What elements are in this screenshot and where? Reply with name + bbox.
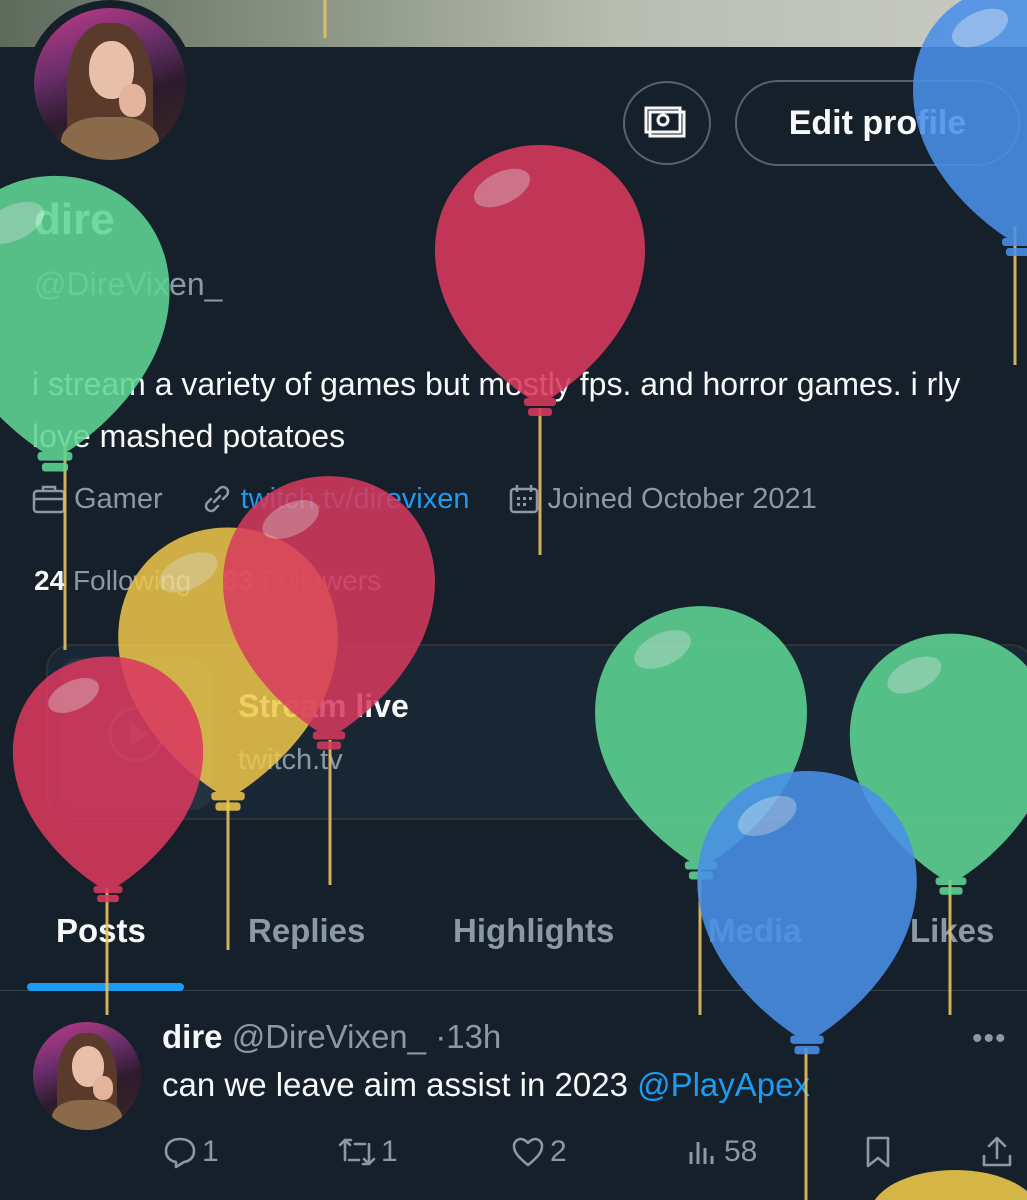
reply-icon — [164, 1137, 196, 1169]
bookmark-icon — [866, 1136, 890, 1168]
repost-button[interactable]: 1 — [337, 1134, 398, 1170]
profile-tabs: Posts Replies Highlights Media Likes — [0, 890, 1027, 991]
profile-link[interactable]: twitch.tv/direvixen — [201, 483, 470, 516]
views-icon — [689, 1142, 714, 1164]
edit-profile-button[interactable]: Edit profile — [735, 80, 1020, 166]
like-button[interactable]: 2 — [510, 1134, 567, 1170]
profile-avatar[interactable] — [26, 0, 194, 168]
bookmark-button[interactable] — [862, 1134, 898, 1170]
following-link[interactable]: 24 Following — [34, 565, 191, 596]
birthday-balloons-overlay — [0, 0, 1027, 1200]
post-avatar[interactable] — [33, 1022, 141, 1130]
profile-joined: Joined October 2021 — [508, 483, 817, 516]
card-subtitle: twitch.tv — [238, 744, 343, 776]
play-icon — [108, 706, 164, 762]
share-icon — [982, 1136, 1012, 1167]
heart-icon — [512, 1137, 544, 1167]
more-options-icon[interactable]: ••• — [972, 1022, 1007, 1056]
active-tab-indicator — [27, 983, 184, 991]
tab-likes[interactable]: Likes — [910, 912, 994, 950]
tab-media[interactable]: Media — [708, 912, 802, 950]
repost-icon — [338, 1138, 376, 1166]
reply-button[interactable]: 1 — [162, 1134, 219, 1170]
profile-category: Gamer — [32, 483, 163, 516]
views-button[interactable]: 58 — [686, 1134, 757, 1170]
money-icon — [644, 106, 686, 138]
post-mention[interactable]: @PlayApex — [637, 1066, 810, 1103]
post-handle[interactable]: @DireVixen_ — [232, 1018, 426, 1055]
tab-posts[interactable]: Posts — [56, 912, 146, 950]
calendar-icon — [509, 485, 538, 514]
post-header: dire @DireVixen_ ·13h — [162, 1018, 501, 1056]
profile-handle: @DireVixen_ — [34, 266, 223, 302]
monetization-button[interactable] — [623, 81, 711, 165]
briefcase-icon — [32, 485, 66, 514]
profile-bio: i stream a variety of games but mostly f… — [32, 366, 961, 454]
link-icon — [204, 485, 229, 513]
follow-counts: 24 Following 83 Followers — [34, 565, 381, 597]
stream-live-card[interactable]: Stream live twitch.tv — [46, 644, 1027, 820]
post-text: can we leave aim assist in 2023 @PlayApe… — [162, 1066, 811, 1103]
followers-link[interactable]: 83 Followers — [222, 565, 381, 596]
post-author[interactable]: dire — [162, 1018, 223, 1055]
post-time[interactable]: 13h — [446, 1018, 501, 1055]
post-actions: 1 1 2 58 — [162, 1134, 1022, 1180]
tab-highlights[interactable]: Highlights — [453, 912, 614, 950]
card-thumbnail — [60, 658, 212, 810]
post-separator: · — [435, 1018, 447, 1055]
profile-name: dire — [34, 195, 115, 244]
card-title: Stream live — [238, 688, 409, 724]
tab-replies[interactable]: Replies — [248, 912, 365, 950]
profile-meta: Gamer twitch.tv/direvixen Joined October… — [32, 477, 855, 521]
share-button[interactable] — [980, 1134, 1018, 1170]
